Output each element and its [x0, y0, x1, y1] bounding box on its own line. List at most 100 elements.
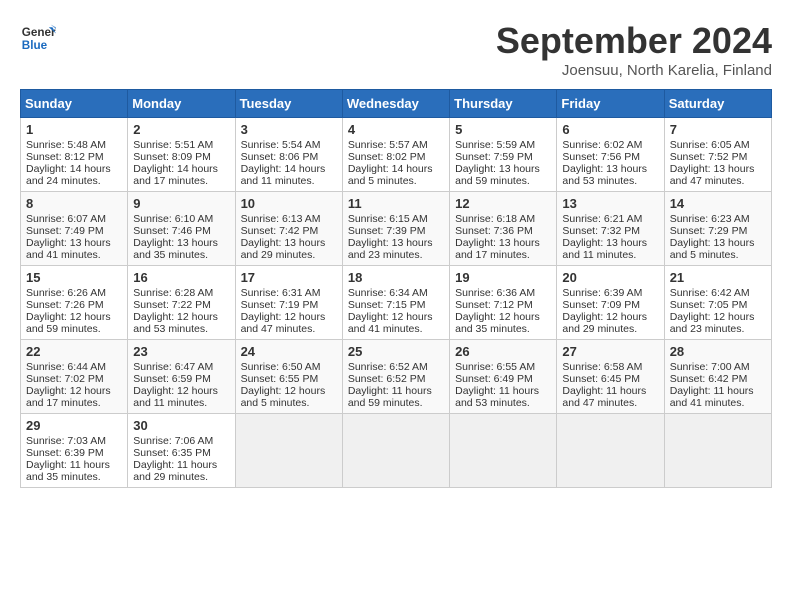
daylight: Daylight: 13 hours and 11 minutes.	[562, 237, 647, 261]
sunset: Sunset: 6:45 PM	[562, 373, 640, 385]
sunrise: Sunrise: 6:36 AM	[455, 287, 535, 299]
day-cell-3: 3 Sunrise: 5:54 AM Sunset: 8:06 PM Dayli…	[235, 118, 342, 192]
week-row-2: 8 Sunrise: 6:07 AM Sunset: 7:49 PM Dayli…	[21, 192, 772, 266]
sunset: Sunset: 6:42 PM	[670, 373, 748, 385]
day-number: 12	[455, 196, 551, 211]
header-thursday: Thursday	[450, 90, 557, 118]
sunset: Sunset: 7:32 PM	[562, 225, 640, 237]
daylight: Daylight: 12 hours and 47 minutes.	[241, 311, 326, 335]
day-cell-25: 25 Sunrise: 6:52 AM Sunset: 6:52 PM Dayl…	[342, 340, 449, 414]
daylight: Daylight: 11 hours and 59 minutes.	[348, 385, 432, 409]
day-cell-22: 22 Sunrise: 6:44 AM Sunset: 7:02 PM Dayl…	[21, 340, 128, 414]
header-sunday: Sunday	[21, 90, 128, 118]
day-number: 26	[455, 344, 551, 359]
daylight: Daylight: 12 hours and 29 minutes.	[562, 311, 647, 335]
day-cell-27: 27 Sunrise: 6:58 AM Sunset: 6:45 PM Dayl…	[557, 340, 664, 414]
sunset: Sunset: 6:39 PM	[26, 447, 104, 459]
sunset: Sunset: 7:05 PM	[670, 299, 748, 311]
sunrise: Sunrise: 5:59 AM	[455, 139, 535, 151]
sunrise: Sunrise: 6:18 AM	[455, 213, 535, 225]
sunset: Sunset: 7:09 PM	[562, 299, 640, 311]
daylight: Daylight: 13 hours and 59 minutes.	[455, 163, 540, 187]
day-cell-7: 7 Sunrise: 6:05 AM Sunset: 7:52 PM Dayli…	[664, 118, 771, 192]
week-row-4: 22 Sunrise: 6:44 AM Sunset: 7:02 PM Dayl…	[21, 340, 772, 414]
sunrise: Sunrise: 5:57 AM	[348, 139, 428, 151]
sunrise: Sunrise: 6:21 AM	[562, 213, 642, 225]
sunset: Sunset: 6:55 PM	[241, 373, 319, 385]
day-cell-6: 6 Sunrise: 6:02 AM Sunset: 7:56 PM Dayli…	[557, 118, 664, 192]
daylight: Daylight: 14 hours and 24 minutes.	[26, 163, 111, 187]
daylight: Daylight: 13 hours and 35 minutes.	[133, 237, 218, 261]
day-number: 17	[241, 270, 337, 285]
sunset: Sunset: 7:29 PM	[670, 225, 748, 237]
day-number: 15	[26, 270, 122, 285]
sunset: Sunset: 7:46 PM	[133, 225, 211, 237]
day-cell-24: 24 Sunrise: 6:50 AM Sunset: 6:55 PM Dayl…	[235, 340, 342, 414]
week-row-3: 15 Sunrise: 6:26 AM Sunset: 7:26 PM Dayl…	[21, 266, 772, 340]
sunset: Sunset: 7:52 PM	[670, 151, 748, 163]
sunrise: Sunrise: 6:26 AM	[26, 287, 106, 299]
page-header: General Blue September 2024 Joensuu, Nor…	[20, 20, 772, 79]
day-number: 16	[133, 270, 229, 285]
sunrise: Sunrise: 6:23 AM	[670, 213, 750, 225]
sunrise: Sunrise: 6:47 AM	[133, 361, 213, 373]
sunrise: Sunrise: 6:07 AM	[26, 213, 106, 225]
day-cell-2: 2 Sunrise: 5:51 AM Sunset: 8:09 PM Dayli…	[128, 118, 235, 192]
day-cell-16: 16 Sunrise: 6:28 AM Sunset: 7:22 PM Dayl…	[128, 266, 235, 340]
day-cell-5: 5 Sunrise: 5:59 AM Sunset: 7:59 PM Dayli…	[450, 118, 557, 192]
day-number: 28	[670, 344, 766, 359]
day-cell-13: 13 Sunrise: 6:21 AM Sunset: 7:32 PM Dayl…	[557, 192, 664, 266]
day-cell-11: 11 Sunrise: 6:15 AM Sunset: 7:39 PM Dayl…	[342, 192, 449, 266]
sunset: Sunset: 6:59 PM	[133, 373, 211, 385]
day-number: 8	[26, 196, 122, 211]
sunrise: Sunrise: 7:03 AM	[26, 435, 106, 447]
sunset: Sunset: 6:35 PM	[133, 447, 211, 459]
header-wednesday: Wednesday	[342, 90, 449, 118]
day-cell-14: 14 Sunrise: 6:23 AM Sunset: 7:29 PM Dayl…	[664, 192, 771, 266]
day-cell-15: 15 Sunrise: 6:26 AM Sunset: 7:26 PM Dayl…	[21, 266, 128, 340]
sunrise: Sunrise: 6:05 AM	[670, 139, 750, 151]
logo: General Blue	[20, 20, 56, 56]
day-cell-1: 1 Sunrise: 5:48 AM Sunset: 8:12 PM Dayli…	[21, 118, 128, 192]
sunrise: Sunrise: 6:15 AM	[348, 213, 428, 225]
day-cell-21: 21 Sunrise: 6:42 AM Sunset: 7:05 PM Dayl…	[664, 266, 771, 340]
logo-icon: General Blue	[20, 20, 56, 56]
sunrise: Sunrise: 7:06 AM	[133, 435, 213, 447]
sunrise: Sunrise: 6:02 AM	[562, 139, 642, 151]
sunset: Sunset: 6:49 PM	[455, 373, 533, 385]
day-cell-12: 12 Sunrise: 6:18 AM Sunset: 7:36 PM Dayl…	[450, 192, 557, 266]
sunset: Sunset: 7:42 PM	[241, 225, 319, 237]
day-cell-10: 10 Sunrise: 6:13 AM Sunset: 7:42 PM Dayl…	[235, 192, 342, 266]
sunrise: Sunrise: 5:51 AM	[133, 139, 213, 151]
day-number: 4	[348, 122, 444, 137]
weekday-header-row: Sunday Monday Tuesday Wednesday Thursday…	[21, 90, 772, 118]
day-number: 14	[670, 196, 766, 211]
sunrise: Sunrise: 6:58 AM	[562, 361, 642, 373]
day-number: 13	[562, 196, 658, 211]
sunrise: Sunrise: 6:55 AM	[455, 361, 535, 373]
sunset: Sunset: 7:02 PM	[26, 373, 104, 385]
day-number: 24	[241, 344, 337, 359]
sunset: Sunset: 8:02 PM	[348, 151, 426, 163]
sunrise: Sunrise: 5:48 AM	[26, 139, 106, 151]
daylight: Daylight: 13 hours and 47 minutes.	[670, 163, 755, 187]
week-row-5: 29 Sunrise: 7:03 AM Sunset: 6:39 PM Dayl…	[21, 414, 772, 488]
sunrise: Sunrise: 6:10 AM	[133, 213, 213, 225]
header-friday: Friday	[557, 90, 664, 118]
day-number: 10	[241, 196, 337, 211]
sunrise: Sunrise: 6:13 AM	[241, 213, 321, 225]
day-number: 29	[26, 418, 122, 433]
day-number: 7	[670, 122, 766, 137]
empty-cell	[235, 414, 342, 488]
day-cell-19: 19 Sunrise: 6:36 AM Sunset: 7:12 PM Dayl…	[450, 266, 557, 340]
daylight: Daylight: 11 hours and 35 minutes.	[26, 459, 110, 483]
sunset: Sunset: 6:52 PM	[348, 373, 426, 385]
daylight: Daylight: 11 hours and 47 minutes.	[562, 385, 646, 409]
day-number: 30	[133, 418, 229, 433]
day-cell-29: 29 Sunrise: 7:03 AM Sunset: 6:39 PM Dayl…	[21, 414, 128, 488]
day-number: 9	[133, 196, 229, 211]
daylight: Daylight: 12 hours and 5 minutes.	[241, 385, 326, 409]
sunrise: Sunrise: 6:28 AM	[133, 287, 213, 299]
daylight: Daylight: 13 hours and 53 minutes.	[562, 163, 647, 187]
day-number: 19	[455, 270, 551, 285]
